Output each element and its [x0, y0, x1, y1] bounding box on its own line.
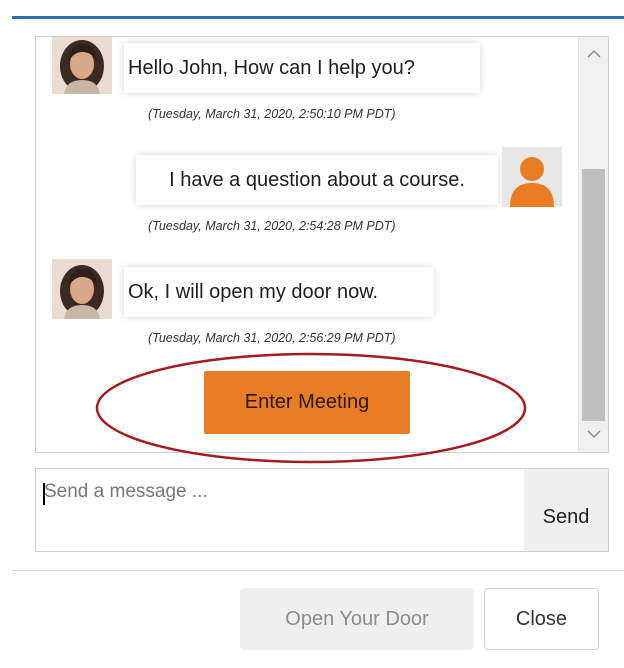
message-timestamp: (Tuesday, March 31, 2020, 2:56:29 PM PDT… — [148, 331, 396, 345]
chat-scrollbar[interactable] — [578, 37, 608, 452]
enter-meeting-button[interactable]: Enter Meeting — [204, 371, 410, 434]
chevron-down-icon — [587, 430, 601, 438]
open-your-door-button[interactable]: Open Your Door — [240, 588, 474, 650]
user-avatar — [502, 147, 562, 207]
user-silhouette-icon — [502, 147, 562, 207]
message-bubble: Hello John, How can I help you? — [124, 43, 480, 93]
scrollbar-thumb[interactable] — [582, 169, 605, 421]
message-text: Ok, I will open my door now. — [128, 280, 379, 303]
woman-avatar-photo — [52, 259, 112, 319]
chat-transcript[interactable]: Hello John, How can I help you? (Tuesday… — [35, 36, 609, 453]
chevron-up-icon — [587, 49, 601, 57]
message-text: Hello John, How can I help you? — [128, 56, 415, 79]
woman-avatar-photo — [52, 37, 112, 94]
scroll-down-arrow[interactable] — [579, 420, 608, 448]
agent-avatar — [52, 37, 112, 94]
agent-avatar — [52, 259, 112, 319]
send-button[interactable]: Send — [524, 469, 608, 551]
message-input[interactable] — [36, 469, 524, 551]
text-caret — [43, 483, 45, 505]
message-composer: Send — [35, 468, 609, 552]
footer-divider — [12, 570, 624, 571]
message-timestamp: (Tuesday, March 31, 2020, 2:54:28 PM PDT… — [148, 219, 396, 233]
header-accent-rule — [12, 16, 624, 19]
message-timestamp: (Tuesday, March 31, 2020, 2:50:10 PM PDT… — [148, 107, 396, 121]
close-button[interactable]: Close — [484, 588, 599, 650]
scroll-up-arrow[interactable] — [579, 39, 608, 67]
message-text: I have a question about a course. — [169, 168, 465, 191]
message-bubble: I have a question about a course. — [136, 155, 498, 205]
message-bubble: Ok, I will open my door now. — [124, 267, 434, 317]
